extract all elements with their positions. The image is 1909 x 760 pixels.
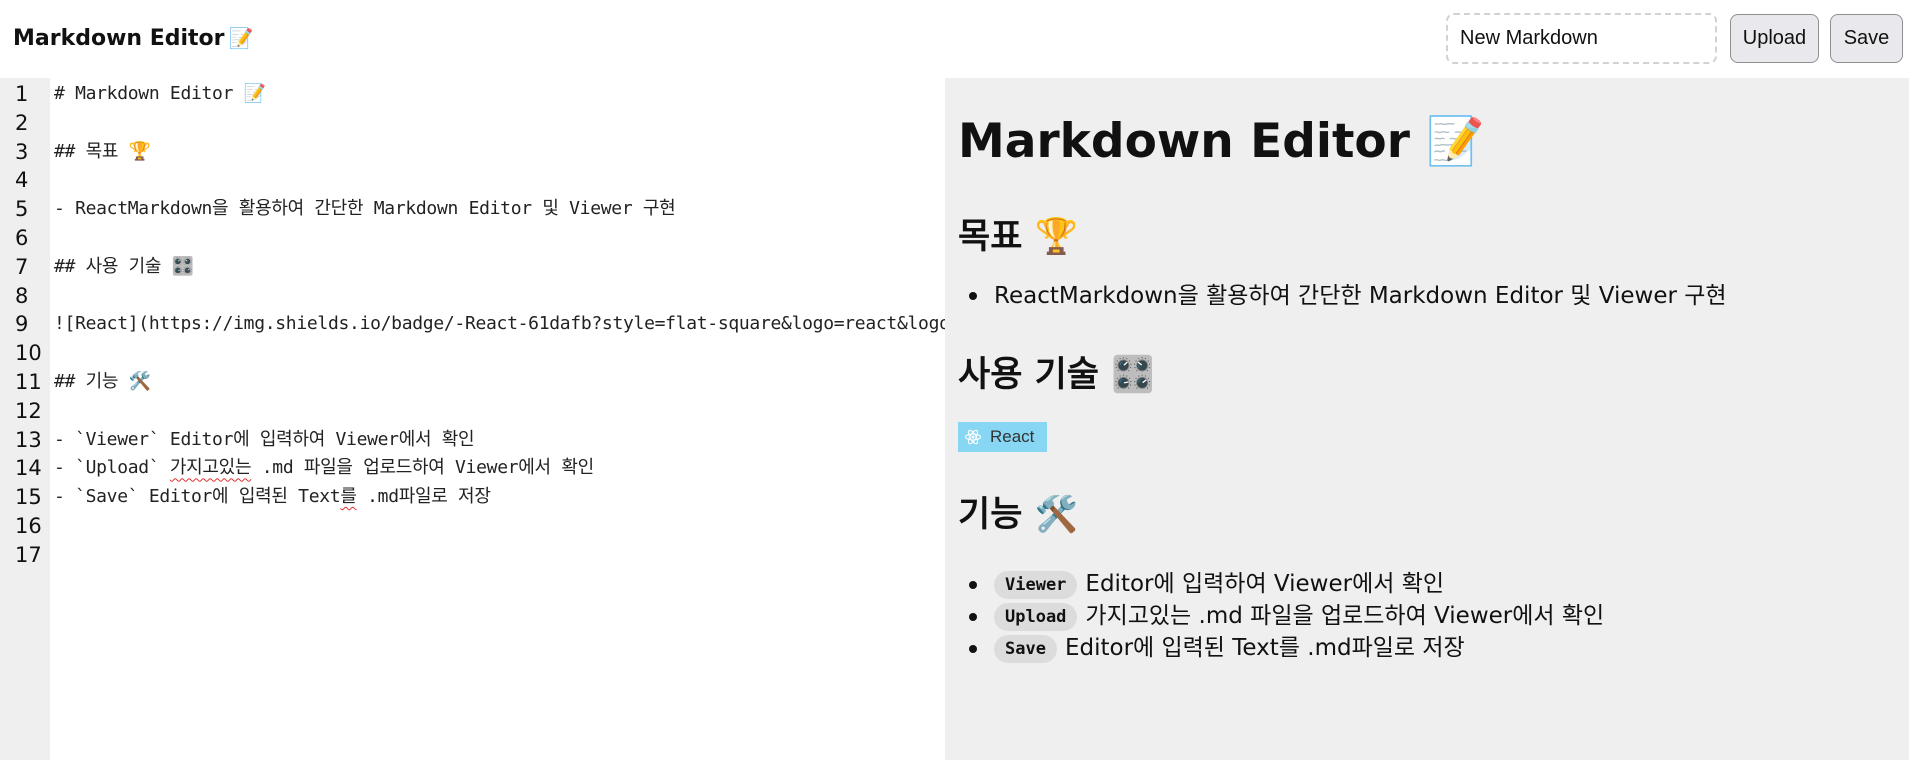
line-number: 4 xyxy=(15,168,29,193)
code-line[interactable] xyxy=(54,224,945,253)
code-line[interactable]: # Markdown Editor 📝 xyxy=(54,80,945,109)
line-number: 1 xyxy=(15,82,29,106)
line-number: 10 xyxy=(15,341,42,366)
filename-input[interactable] xyxy=(1446,13,1717,64)
line-number: 13 xyxy=(15,427,42,452)
line-number: 11 xyxy=(15,369,42,394)
code-line-text: .md 파일을 업로드하여 Viewer에서 확인 xyxy=(251,457,594,479)
react-badge: React xyxy=(958,422,1047,452)
line-number: 17 xyxy=(15,542,42,567)
line-number: 9 xyxy=(15,312,29,337)
features-list: Viewer Editor에 입력하여 Viewer에서 확인 Upload 가지고… xyxy=(958,568,1604,664)
code-line[interactable]: ## 사용 기술 🎛️ xyxy=(54,253,945,282)
line-number: 15 xyxy=(15,485,42,510)
spellcheck-word: 가지고있는 xyxy=(169,457,252,479)
preview-heading-tech: 사용 기술 🎛️ xyxy=(958,355,1155,395)
inline-code: Save xyxy=(994,634,1057,663)
goal-list: ReactMarkdown을 활용하여 간단한 Markdown Editor … xyxy=(958,280,1727,312)
list-item: ReactMarkdown을 활용하여 간단한 Markdown Editor … xyxy=(958,280,1727,312)
code-line[interactable]: - ReactMarkdown을 활용하여 간단한 Markdown Edito… xyxy=(54,195,945,224)
line-number: 7 xyxy=(15,254,29,279)
code-line[interactable]: ## 목표 🏆 xyxy=(54,138,945,167)
inline-code: Upload xyxy=(994,602,1078,631)
app-title: Markdown Editor 📝 xyxy=(13,26,253,51)
preview-heading-features: 기능 🛠️ xyxy=(958,495,1079,535)
line-number: 2 xyxy=(15,110,29,135)
line-number-gutter: 1 2 3 4 5 6 7 8 9 10 11 12 13 14 15 16 17 xyxy=(0,78,50,760)
badge-label: React xyxy=(990,427,1035,446)
code-line[interactable] xyxy=(54,512,945,541)
line-number: 3 xyxy=(15,139,29,164)
list-item: Viewer Editor에 입력하여 Viewer에서 확인 xyxy=(958,568,1604,600)
app-title-text: Markdown Editor xyxy=(13,26,225,51)
preview-heading-goal: 목표 🏆 xyxy=(958,217,1079,257)
code-line-text: - `Upload` xyxy=(54,457,170,479)
list-item-text: 가지고있는 .md 파일을 업로드하여 Viewer에서 확인 xyxy=(1085,603,1605,629)
list-item-text: Editor에 입력된 Text를 .md파일로 저장 xyxy=(1064,635,1465,661)
code-line[interactable]: - `Viewer` Editor에 입력하여 Viewer에서 확인 xyxy=(54,426,945,455)
code-line[interactable]: - `Save` Editor에 입력된 Text를 .md파일로 저장 xyxy=(54,483,945,512)
spellcheck-word: 를 xyxy=(340,486,357,508)
inline-code: Viewer xyxy=(994,570,1078,599)
list-item-text: Editor에 입력하여 Viewer에서 확인 xyxy=(1085,571,1445,597)
markdown-preview: Markdown Editor 📝 목표 🏆 ReactMarkdown을 활용… xyxy=(945,78,1909,760)
code-line[interactable]: - `Upload` 가지고있는 .md 파일을 업로드하여 Viewer에서 … xyxy=(54,454,945,483)
code-line-text: - `Save` Editor에 입력된 Text xyxy=(54,486,341,508)
code-line[interactable] xyxy=(54,166,945,195)
list-item: Save Editor에 입력된 Text를 .md파일로 저장 xyxy=(958,632,1604,664)
markdown-editor[interactable]: 1 2 3 4 5 6 7 8 9 10 11 12 13 14 15 16 17 # Markdown Edi… xyxy=(0,78,945,760)
code-line[interactable] xyxy=(54,541,945,570)
app-header: Markdown Editor📝 Upload Save xyxy=(0,0,1909,78)
line-number: 16 xyxy=(15,513,42,538)
memo-icon: 📝 xyxy=(228,26,254,50)
code-line[interactable]: ## 기능 🛠️ xyxy=(54,368,945,397)
editor-text-area[interactable]: # Markdown Editor 📝 ## 목표 🏆 - ReactMarkdow… xyxy=(54,80,945,570)
preview-heading-1: Markdown Editor 📝 xyxy=(958,114,1485,169)
line-number: 8 xyxy=(15,283,29,308)
code-line[interactable] xyxy=(54,339,945,368)
line-number: 5 xyxy=(15,197,29,222)
line-number: 14 xyxy=(15,456,42,481)
code-line[interactable] xyxy=(54,282,945,311)
save-button[interactable]: Save xyxy=(1830,14,1903,63)
react-icon xyxy=(964,429,982,445)
code-line[interactable]: ![React](https://img.shields.io/badge/-R… xyxy=(54,310,945,339)
list-item: Upload 가지고있는 .md 파일을 업로드하여 Viewer에서 확인 xyxy=(958,600,1604,632)
code-line-text: .md파일로 저장 xyxy=(356,486,491,508)
line-number: 12 xyxy=(15,398,42,423)
upload-button[interactable]: Upload xyxy=(1730,14,1819,63)
code-line[interactable] xyxy=(54,397,945,426)
code-line[interactable] xyxy=(54,109,945,138)
line-number: 6 xyxy=(15,225,29,250)
